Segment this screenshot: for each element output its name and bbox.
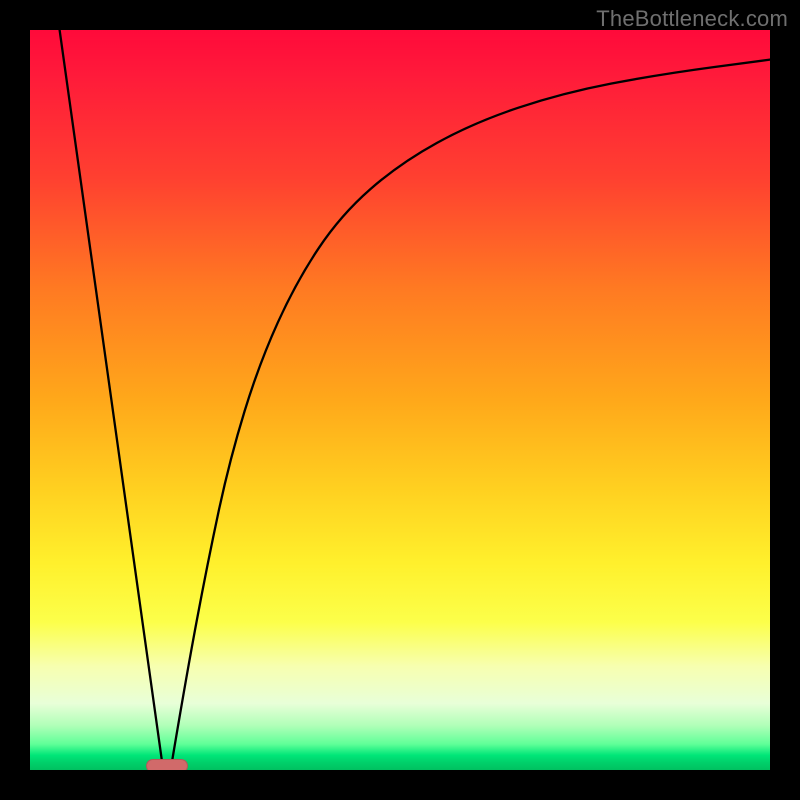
curve-layer <box>30 30 770 770</box>
optimum-marker <box>146 759 188 770</box>
right-branch-line <box>171 60 770 770</box>
watermark-text: TheBottleneck.com <box>596 6 788 32</box>
plot-area <box>30 30 770 770</box>
left-branch-line <box>60 30 164 770</box>
chart-frame: TheBottleneck.com <box>0 0 800 800</box>
